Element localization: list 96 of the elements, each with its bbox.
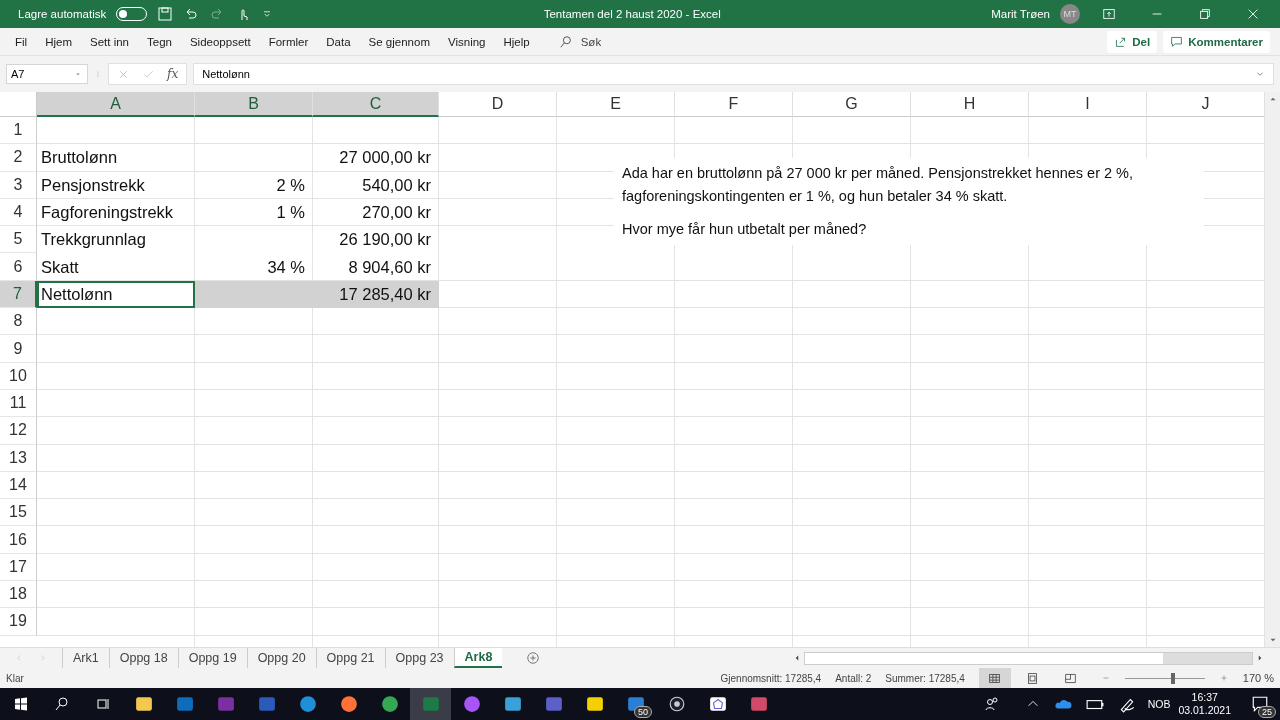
column-header[interactable]: G <box>793 92 911 117</box>
ribbon-tab[interactable]: Data <box>317 29 360 54</box>
table-cell-text: 540,00 kr <box>361 174 432 196</box>
autosave-label: Lagre automatisk <box>18 8 107 20</box>
browser-icon <box>380 695 399 713</box>
task-view-icon <box>94 696 111 712</box>
view-button[interactable] <box>978 668 1011 688</box>
page-layout-icon <box>1026 671 1040 685</box>
column-header[interactable]: E <box>557 92 675 117</box>
ribbon-tab[interactable]: Hjem <box>36 29 81 54</box>
count-badge: 25 <box>1258 706 1276 718</box>
scissors-app-icon <box>749 695 768 713</box>
zoom-percent[interactable]: 170 % <box>1242 672 1274 684</box>
notes-app-icon <box>503 695 522 713</box>
row-header[interactable]: 5 <box>0 226 37 254</box>
add-sheet-icon <box>526 651 541 665</box>
share-icon <box>1114 35 1128 48</box>
clock[interactable]: 16:37 03.01.2021 <box>1170 691 1239 717</box>
page-break-icon <box>1064 671 1078 685</box>
table-cell-text: Bruttolønn <box>40 147 119 169</box>
table-cell-text: Fagforeningstrekk <box>40 202 175 224</box>
text-box[interactable]: Ada har en bruttolønn på 27 000 kr per måned. Pensjonstrekket hennes er 2 %, fagforeningskontingenten er 1 %, og hun betaler 34 % skatt. Hvor mye får hun utbetalt per måned? <box>614 158 1204 245</box>
table-cell: Nettolønn <box>37 280 195 309</box>
comments-button[interactable]: Kommentarer <box>1163 30 1270 53</box>
grid-icon <box>988 671 1002 685</box>
status-stat: Gjennomsnitt: 17285,4 <box>720 672 822 684</box>
taskbar-app-button[interactable]: 50 <box>615 688 656 720</box>
column-header[interactable]: H <box>911 92 1029 117</box>
clock-date: 03.01.2021 <box>1178 704 1231 717</box>
table-cell-text: 8 904,60 kr <box>347 256 432 278</box>
table-cell-text: 26 190,00 kr <box>338 229 432 251</box>
ribbon-tab[interactable]: Fil <box>6 29 37 54</box>
status-text: Klar <box>6 672 24 684</box>
browser-icon <box>339 695 358 713</box>
table-cell-text: 27 000,00 kr <box>338 147 432 169</box>
save-icon <box>157 6 174 22</box>
pentagon-app-icon <box>708 695 727 713</box>
team-app-icon <box>544 695 563 713</box>
share-button[interactable]: Del <box>1107 30 1158 53</box>
table-cell-text: 2 % <box>275 174 306 196</box>
table-cell-text: Skatt <box>40 256 80 278</box>
status-stat: Antall: 2 <box>835 672 872 684</box>
problem-text: Hvor mye får hun utbetalt per måned? <box>622 220 867 239</box>
spreadsheet-app-icon <box>421 695 440 713</box>
window-title: Tentamen del 2 haust 2020 - Excel <box>543 8 721 20</box>
folder-icon <box>134 695 153 713</box>
problem-text: Ada har en bruttolønn på 27 000 kr per måned. Pensjonstrekket hennes er 2 %, fagforeningskontingenten er 1 %, og hun betaler 34 % skatt. <box>622 164 1135 206</box>
record-icon <box>667 695 686 713</box>
formula-input[interactable]: Nettolønn <box>193 63 1274 85</box>
comment-icon <box>1170 35 1184 48</box>
zoom-slider-thumb[interactable] <box>1170 672 1175 684</box>
mail-app-icon <box>175 695 194 713</box>
scrollbar-thumb[interactable] <box>805 652 1163 664</box>
user-name: Marit Trøen <box>991 8 1050 20</box>
document-app-icon <box>257 695 276 713</box>
restore-icon <box>1198 7 1212 21</box>
close-icon <box>1246 7 1260 21</box>
browser-icon <box>298 695 317 713</box>
column-header[interactable]: D <box>439 92 557 117</box>
count-badge: 50 <box>634 706 652 718</box>
ribbon-tab[interactable]: Sett inn <box>81 29 138 54</box>
column-header[interactable]: C <box>313 92 439 117</box>
ribbon-tab[interactable]: Formler <box>259 29 318 54</box>
column-header[interactable]: B <box>195 92 313 117</box>
column-header[interactable]: F <box>675 92 793 117</box>
windows-logo-icon <box>12 696 29 712</box>
search-icon <box>558 34 573 49</box>
ribbon-tab[interactable]: Hjelp <box>494 29 539 54</box>
row-header[interactable]: 7 <box>0 280 37 309</box>
table-cell-text: Trekkgrunnlag <box>40 229 147 251</box>
chat-app-icon <box>462 695 481 713</box>
input-language[interactable]: NOB <box>1147 698 1171 710</box>
table-cell-text: Pensjonstrekk <box>40 174 146 196</box>
search-icon <box>53 696 70 712</box>
ribbon-tab[interactable]: Visning <box>438 29 495 54</box>
status-stat: Summer: 17285,4 <box>885 672 965 684</box>
sheet-tab[interactable]: Ark8 <box>453 648 503 668</box>
notebook-app-icon <box>216 695 235 713</box>
clock-time: 16:37 <box>1191 691 1218 704</box>
search-button[interactable]: Søk <box>552 33 608 50</box>
ribbon-display-icon <box>1102 7 1116 21</box>
people-icon <box>984 696 1001 712</box>
notification-button[interactable]: 25 <box>1239 688 1280 720</box>
ribbon-tab[interactable]: Sideoppsett <box>180 29 260 54</box>
table-cell: 17 285,40 kr <box>313 280 439 309</box>
table-cell-text: 270,00 kr <box>361 202 432 224</box>
column-header[interactable]: J <box>1147 92 1265 117</box>
ribbon-tab[interactable]: Tegn <box>138 29 181 54</box>
sticky-note-icon <box>585 695 604 713</box>
column-header[interactable]: A <box>37 92 195 117</box>
column-header[interactable]: I <box>1029 92 1147 117</box>
name-box[interactable]: A7 <box>6 64 88 84</box>
table-cell-text: 1 % <box>275 202 306 224</box>
insert-function-button[interactable]: fx <box>167 67 179 81</box>
ribbon-tab[interactable]: Se gjennom <box>359 29 439 54</box>
table-cell-text: 34 % <box>266 256 306 278</box>
